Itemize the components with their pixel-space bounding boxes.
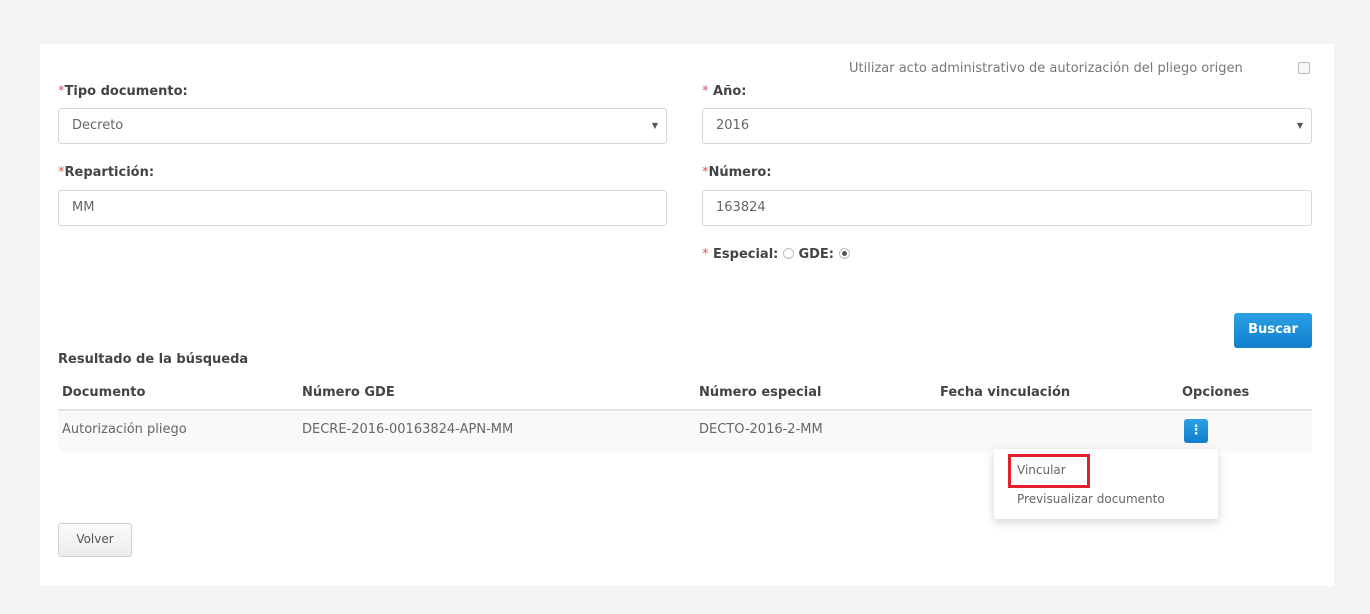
cell-documento: Autorización pliego xyxy=(62,422,187,437)
reparticion-value: MM xyxy=(72,200,95,215)
options-menu-button[interactable]: ⋮ xyxy=(1184,419,1208,443)
use-origin-act-label: Utilizar acto administrativo de autoriza… xyxy=(849,61,1243,76)
reparticion-input[interactable]: MM xyxy=(58,190,667,226)
gde-radio[interactable] xyxy=(838,248,850,259)
results-header-row: Documento Número GDE Número especial Fec… xyxy=(58,375,1312,411)
especial-label: Especial: xyxy=(713,247,779,262)
buscar-button[interactable]: Buscar xyxy=(1234,313,1312,348)
anio-label-text: Año: xyxy=(713,84,747,99)
col-opciones: Opciones xyxy=(1182,385,1250,400)
chevron-down-icon: ▼ xyxy=(651,121,658,130)
anio-select[interactable]: 2016 ▼ xyxy=(702,108,1312,144)
cell-numero-especial: DECTO-2016-2-MM xyxy=(699,422,823,437)
volver-button[interactable]: Volver xyxy=(58,523,132,557)
required-mark: * xyxy=(702,84,709,99)
tipo-documento-label: *Tipo documento: xyxy=(58,84,188,99)
table-row: Autorización pliego DECRE-2016-00163824-… xyxy=(58,412,1312,452)
col-numero-especial: Número especial xyxy=(699,385,822,400)
tipo-numero-group: * Especial: GDE: xyxy=(702,247,850,262)
col-numero-gde: Número GDE xyxy=(302,385,395,400)
especial-radio[interactable] xyxy=(782,248,794,259)
tipo-documento-select[interactable]: Decreto ▼ xyxy=(58,108,667,144)
anio-label: * Año: xyxy=(702,84,746,99)
use-origin-act-checkbox[interactable] xyxy=(1298,62,1310,74)
menu-item-previsualizar[interactable]: Previsualizar documento xyxy=(1017,492,1165,506)
tipo-documento-value: Decreto xyxy=(72,118,124,133)
vincular-highlight-box xyxy=(1008,454,1090,488)
cell-numero-gde: DECRE-2016-00163824-APN-MM xyxy=(302,422,514,437)
numero-value: 163824 xyxy=(716,200,766,215)
gde-label: GDE: xyxy=(798,247,834,262)
kebab-icon: ⋮ xyxy=(1189,423,1203,438)
reparticion-label: *Repartición: xyxy=(58,165,154,180)
anio-value: 2016 xyxy=(716,118,750,133)
col-fecha-vinculacion: Fecha vinculación xyxy=(940,385,1071,400)
col-documento: Documento xyxy=(62,385,146,400)
numero-label: *Número: xyxy=(702,165,772,180)
required-mark: * xyxy=(702,247,709,262)
chevron-down-icon: ▼ xyxy=(1296,121,1303,130)
tipo-documento-label-text: Tipo documento: xyxy=(64,84,188,99)
results-title: Resultado de la búsqueda xyxy=(58,352,249,367)
numero-input[interactable]: 163824 xyxy=(702,190,1312,226)
numero-label-text: Número: xyxy=(708,165,772,180)
reparticion-label-text: Repartición: xyxy=(64,165,155,180)
